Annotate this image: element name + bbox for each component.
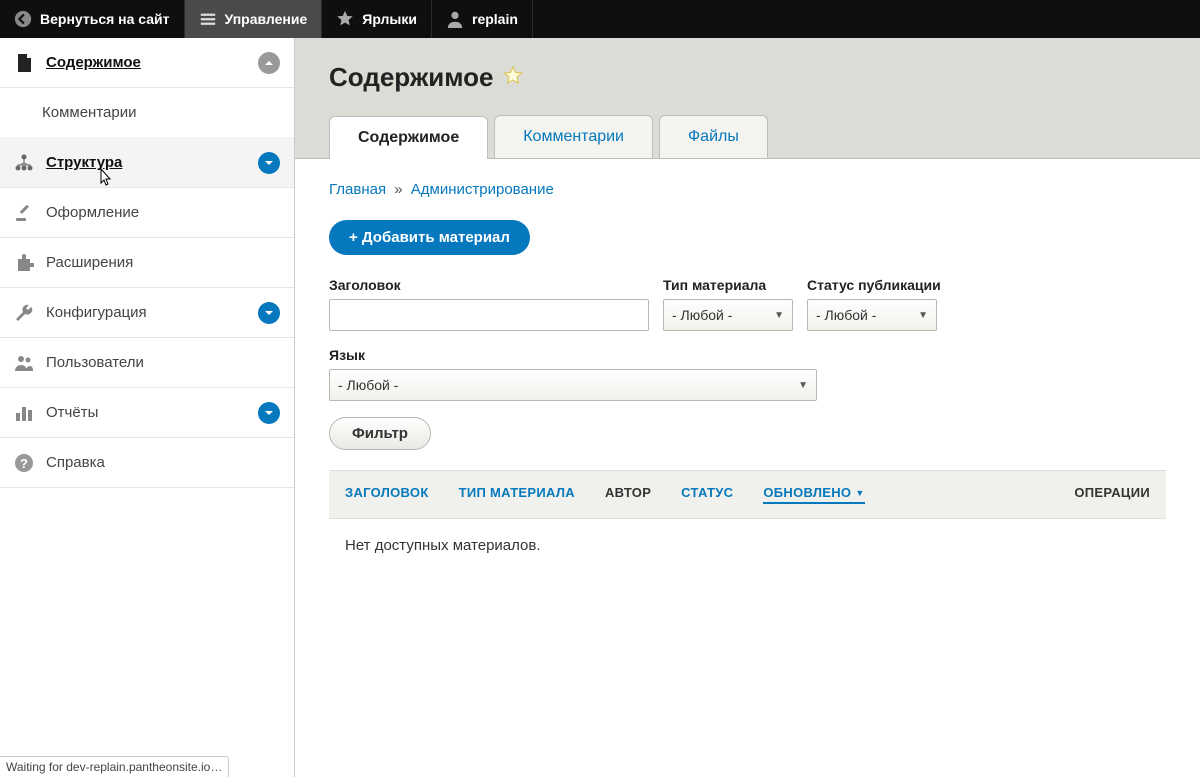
filter-submit-button[interactable]: Фильтр [329, 417, 431, 450]
page-title: Содержимое [329, 62, 1166, 93]
filter-status-label: Статус публикации [807, 277, 941, 293]
chevron-down-icon[interactable] [258, 402, 280, 424]
filter-title: Заголовок [329, 277, 649, 331]
puzzle-icon [14, 253, 34, 273]
wrench-icon [14, 303, 34, 323]
breadcrumb-separator: » [394, 181, 402, 198]
toolbar-back[interactable]: Вернуться на сайт [0, 0, 185, 38]
admin-toolbar: Вернуться на сайт Управление Ярлыки repl… [0, 0, 1200, 38]
sort-desc-icon: ▼ [855, 488, 864, 498]
browser-status-bar: Waiting for dev-replain.pantheonsite.io… [0, 756, 229, 777]
filter-title-input[interactable] [329, 299, 649, 331]
gavel-icon [14, 203, 34, 223]
star-icon [336, 10, 354, 28]
breadcrumb-home[interactable]: Главная [329, 181, 386, 198]
toolbar-user[interactable]: replain [432, 0, 533, 38]
main-content: Содержимое Содержимое Комментарии Файлы … [295, 38, 1200, 777]
breadcrumb-admin[interactable]: Администрирование [411, 181, 554, 198]
dropdown-arrow-icon: ▼ [918, 310, 928, 321]
page-title-text: Содержимое [329, 62, 493, 93]
add-content-button[interactable]: + Добавить материал [329, 220, 530, 255]
chevron-down-icon[interactable] [258, 152, 280, 174]
admin-sidebar: Содержимое Комментарии Структура Оформле… [0, 38, 295, 777]
sidebar-item-appearance[interactable]: Оформление [0, 188, 294, 238]
toolbar-shortcuts-label: Ярлыки [362, 11, 417, 27]
star-outline-icon[interactable] [503, 62, 523, 93]
toolbar-manage[interactable]: Управление [185, 0, 323, 38]
tab-files[interactable]: Файлы [659, 115, 768, 158]
document-icon [14, 53, 34, 73]
sidebar-item-label: Содержимое [46, 54, 141, 71]
toolbar-manage-label: Управление [225, 11, 308, 27]
filters-row-1: Заголовок Тип материала - Любой - ▼ Стат… [329, 277, 1166, 331]
filter-type-value: - Любой - [672, 307, 732, 323]
filter-type-select[interactable]: - Любой - ▼ [663, 299, 793, 331]
sidebar-item-comments[interactable]: Комментарии [0, 88, 294, 138]
sidebar-item-label: Справка [46, 454, 105, 471]
th-status[interactable]: СТАТУС [681, 485, 733, 504]
filter-status: Статус публикации - Любой - ▼ [807, 277, 941, 331]
dropdown-arrow-icon: ▼ [774, 310, 784, 321]
sidebar-item-content[interactable]: Содержимое [0, 38, 294, 88]
sidebar-item-label: Оформление [46, 204, 139, 221]
th-updated[interactable]: ОБНОВЛЕНО ▼ [763, 485, 864, 504]
filter-type-label: Тип материала [663, 277, 793, 293]
toolbar-back-label: Вернуться на сайт [40, 11, 170, 27]
people-icon [14, 353, 34, 373]
filter-title-label: Заголовок [329, 277, 649, 293]
sidebar-item-label: Конфигурация [46, 304, 147, 321]
chevron-down-icon[interactable] [258, 302, 280, 324]
tab-comments[interactable]: Комментарии [494, 115, 653, 158]
sidebar-item-label: Комментарии [42, 104, 136, 121]
toolbar-shortcuts[interactable]: Ярлыки [322, 0, 432, 38]
sidebar-item-label: Структура [46, 154, 122, 171]
th-author: АВТОР [605, 485, 651, 504]
filter-language-select[interactable]: - Любой - ▼ [329, 369, 817, 401]
content-table-header: ЗАГОЛОВОК ТИП МАТЕРИАЛА АВТОР СТАТУС ОБН… [329, 470, 1166, 519]
breadcrumb: Главная » Администрирование [329, 181, 1166, 198]
dropdown-arrow-icon: ▼ [798, 380, 808, 391]
primary-tabs: Содержимое Комментарии Файлы [329, 115, 1166, 158]
hierarchy-icon [14, 153, 34, 173]
filter-status-value: - Любой - [816, 307, 876, 323]
toolbar-user-label: replain [472, 11, 518, 27]
filter-language-value: - Любой - [338, 377, 398, 393]
sidebar-item-structure[interactable]: Структура [0, 138, 294, 188]
user-icon [446, 10, 464, 28]
sidebar-item-help[interactable]: ? Справка [0, 438, 294, 488]
hamburger-icon [199, 10, 217, 28]
th-operations: ОПЕРАЦИИ [1074, 485, 1150, 504]
tab-content[interactable]: Содержимое [329, 116, 488, 159]
bars-icon [14, 403, 34, 423]
sidebar-item-extend[interactable]: Расширения [0, 238, 294, 288]
main-header: Содержимое Содержимое Комментарии Файлы [295, 38, 1200, 158]
chevron-up-icon[interactable] [258, 52, 280, 74]
filter-status-select[interactable]: - Любой - ▼ [807, 299, 937, 331]
add-content-label: + Добавить материал [349, 229, 510, 246]
sidebar-item-reports[interactable]: Отчёты [0, 388, 294, 438]
main-body: Главная » Администрирование + Добавить м… [295, 158, 1200, 594]
sidebar-item-people[interactable]: Пользователи [0, 338, 294, 388]
filter-submit-label: Фильтр [352, 425, 408, 442]
th-type[interactable]: ТИП МАТЕРИАЛА [459, 485, 575, 504]
sidebar-item-label: Пользователи [46, 354, 144, 371]
sidebar-item-label: Отчёты [46, 404, 98, 421]
filter-type: Тип материала - Любой - ▼ [663, 277, 793, 331]
sidebar-item-label: Расширения [46, 254, 133, 271]
back-icon [14, 10, 32, 28]
table-empty-message: Нет доступных материалов. [329, 519, 1166, 572]
th-title[interactable]: ЗАГОЛОВОК [345, 485, 429, 504]
filter-language: Язык - Любой - ▼ [329, 347, 817, 401]
filters-row-2: Язык - Любой - ▼ [329, 347, 1166, 401]
help-icon: ? [14, 453, 34, 473]
svg-text:?: ? [20, 456, 28, 471]
filter-language-label: Язык [329, 347, 817, 363]
sidebar-item-config[interactable]: Конфигурация [0, 288, 294, 338]
